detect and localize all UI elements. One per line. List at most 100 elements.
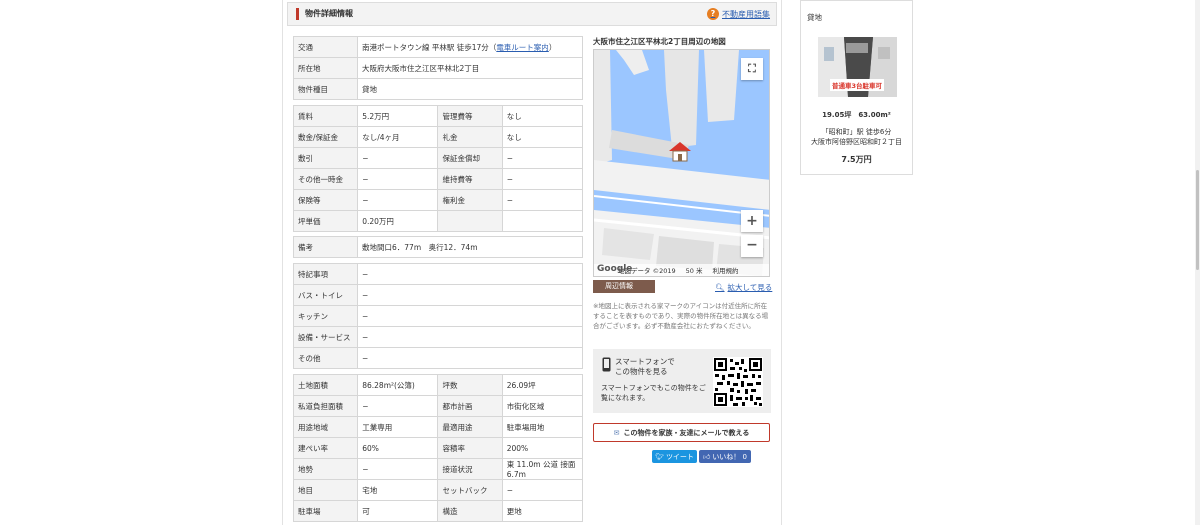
field-label: 坪単価 — [292, 210, 359, 232]
facebook-like-button[interactable]: 👍︎ いいね！ 0 — [699, 450, 751, 463]
field-label: 私道負担面積 — [292, 395, 359, 417]
thumbs-up-icon: 👍︎ — [702, 453, 711, 461]
field-label: 都市計画 — [437, 395, 503, 417]
mail-icon: ✉ — [613, 428, 620, 437]
email-friend-button[interactable]: ✉ この物件を家族・友達にメールで教える — [593, 423, 770, 442]
field-value: 60% — [357, 437, 439, 459]
field-label — [437, 210, 503, 232]
map-view[interactable]: ⛶ + − 地図データ ©2019 50 米 利用規約 Google — [593, 49, 770, 277]
zoom-out-button[interactable]: − — [741, 235, 763, 257]
remarks-label: 備考 — [293, 236, 358, 258]
table-row: 備考 敷地間口6．77m 奥行12．74m — [293, 236, 583, 258]
table-row: 交通 南港ポートタウン線 平林駅 徒歩17分（電車ルート案内） — [293, 36, 583, 58]
question-icon: ? — [707, 8, 719, 20]
recommended-property-card[interactable]: 貸地 普通車3台駐車可 19.05坪 63.00m² 「昭和町」駅 徒歩6分 大… — [800, 0, 913, 175]
glossary-link-label: 不動産用語集 — [722, 9, 770, 19]
qr-code-icon — [713, 357, 763, 407]
field-value: 更地 — [501, 500, 584, 522]
type-label: 物件種目 — [293, 78, 358, 100]
field-value: − — [357, 147, 439, 169]
scrollbar-thumb[interactable] — [1196, 170, 1199, 270]
field-label: 接道状況 — [437, 458, 503, 480]
field-label: 容積率 — [437, 437, 503, 459]
field-value: − — [357, 326, 583, 348]
land-table: 土地面積 86.28m²(公簿) 坪数 26.09坪 私道負担面積 − 都市計画 市街化区域用… — [292, 374, 584, 522]
table-row: 用途地域 工業専用 最適用途 駐車場用地 — [292, 416, 584, 438]
remarks-value: 敷地間口6．77m 奥行12．74m — [357, 236, 583, 258]
card-price: 7.5万円 — [841, 155, 872, 164]
like-label: いいね！ 0 — [712, 452, 747, 461]
map-note: ※地図上に表示される家マークのアイコンは付近住所に所在することを表すものであり、… — [593, 302, 769, 330]
photo-banner: 普通車3台駐車可 — [830, 79, 885, 91]
table-row: 設備・サービス − — [293, 326, 583, 348]
table-row: 駐車場可構造 更地 — [292, 500, 584, 522]
card-category: 貸地 — [807, 13, 822, 22]
tweet-label: ツイート — [665, 452, 694, 461]
smartphone-icon — [602, 357, 611, 372]
field-value: 可 — [357, 500, 439, 522]
glossary-link[interactable]: ? 不動産用語集 — [707, 8, 770, 20]
fullscreen-button[interactable]: ⛶ — [741, 58, 763, 80]
field-value: − — [357, 395, 439, 417]
table-row: キッチン − — [293, 305, 583, 327]
section-header: 物件詳細情報 ? 不動産用語集 — [287, 2, 777, 26]
enlarge-map-link[interactable]: 🔍︎ 拡大して見る — [715, 282, 772, 293]
table-row: その他 − — [293, 347, 583, 369]
field-value: − — [501, 479, 584, 501]
map-title: 大阪市住之江区平林北2丁目周辺の地図 — [593, 37, 726, 46]
field-label: 地目 — [292, 479, 359, 501]
field-value: なし/4ヶ月 — [357, 126, 439, 148]
table-row: 所在地 大阪府大阪市住之江区平林北2丁目 — [293, 57, 583, 79]
enlarge-map-label: 拡大して見る — [727, 283, 773, 292]
field-value: − — [357, 347, 583, 369]
field-value: − — [501, 168, 584, 190]
route-link[interactable]: 電車ルート案内 — [496, 43, 549, 52]
field-label: 建ぺい率 — [292, 437, 359, 459]
smartphone-title-line1: スマートフォンで — [615, 357, 675, 366]
left-margin — [0, 0, 270, 525]
section-title: 物件詳細情報 — [296, 8, 353, 20]
table-row: 坪単価 0.20万円 — [292, 210, 584, 232]
field-value: − — [501, 189, 584, 211]
card-station: 「昭和町」駅 徒歩6分 — [821, 128, 892, 136]
field-value: − — [357, 458, 439, 480]
access-value: 南港ポートタウン線 平林駅 徒歩17分（電車ルート案内） — [357, 36, 583, 58]
field-label: 坪数 — [437, 374, 503, 396]
map-terms-link[interactable]: 利用規約 — [712, 265, 738, 275]
remarks-table: 備考 敷地間口6．77m 奥行12．74m — [293, 236, 583, 258]
field-value: なし — [501, 126, 584, 148]
nearby-info-tab[interactable]: 周辺情報 — [593, 280, 655, 293]
property-photo[interactable]: 普通車3台駐車可 — [818, 37, 897, 97]
field-label: セットバック — [437, 479, 503, 501]
zoom-in-button[interactable]: + — [741, 210, 763, 232]
field-label: 土地面積 — [292, 374, 359, 396]
field-value: 工業専用 — [357, 416, 439, 438]
tweet-button[interactable]: 🐦︎ ツイート — [652, 450, 697, 463]
table-row: 物件種目 貸地 — [293, 78, 583, 100]
field-value: − — [357, 305, 583, 327]
field-label: 敷金/保証金 — [292, 126, 359, 148]
access-label: 交通 — [293, 36, 358, 58]
field-label: 敷引 — [292, 147, 359, 169]
field-label: 保証金償却 — [437, 147, 503, 169]
field-label: 維持費等 — [437, 168, 503, 190]
field-label: 権利金 — [437, 189, 503, 211]
smartphone-box: スマートフォンで この物件を見る スマートフォンでもこの物件をご覧になれます。 — [593, 349, 771, 413]
field-label: 地勢 — [292, 458, 359, 480]
field-value: 0.20万円 — [357, 210, 439, 232]
basic-info-table: 交通 南港ポートタウン線 平林駅 徒歩17分（電車ルート案内） 所在地 大阪府大… — [293, 36, 583, 100]
table-row: 特記事項 − — [293, 263, 583, 285]
table-row: バス・トイレ − — [293, 284, 583, 306]
table-row: 地勢 − 接道状況東 11.0m 公道 接面6.7m — [292, 458, 584, 480]
table-row: 土地面積 86.28m²(公簿) 坪数 26.09坪 — [292, 374, 584, 396]
field-label: 最適用途 — [437, 416, 503, 438]
table-row: 地目 宅地 セットバック − — [292, 479, 584, 501]
field-label: 構造 — [437, 500, 503, 522]
field-value: なし — [501, 105, 584, 127]
card-area: 19.05坪 63.00m² — [822, 111, 891, 119]
field-label: 設備・サービス — [293, 326, 358, 348]
field-label: その他 — [293, 347, 358, 369]
card-location: 「昭和町」駅 徒歩6分 大阪市阿倍野区昭和町２丁目 — [801, 127, 912, 147]
field-value: − — [357, 189, 439, 211]
google-logo: Google — [597, 264, 633, 274]
